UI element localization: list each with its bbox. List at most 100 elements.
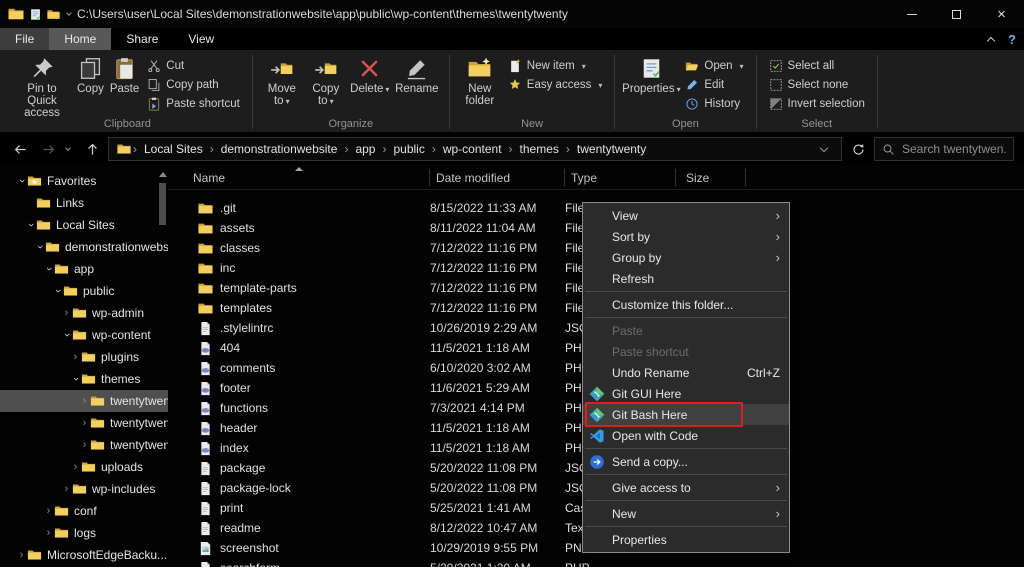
- maximize-button[interactable]: [934, 0, 979, 28]
- chevron-collapsed-icon[interactable]: [43, 527, 54, 539]
- sidebar-item-twentytwen[interactable]: twentytwen...: [0, 412, 168, 434]
- new-item-button[interactable]: New item ▾: [503, 57, 608, 75]
- copy-to-button[interactable]: Copy to▾: [304, 54, 348, 111]
- menu-item-git-bash-here[interactable]: Git Bash Here: [583, 404, 789, 425]
- chevron-expanded-icon[interactable]: [34, 241, 45, 253]
- file-row-searchform[interactable]: searchform5/20/2021 1:20 AMPHP: [168, 558, 1024, 567]
- up-button[interactable]: [80, 137, 104, 161]
- tab-file[interactable]: File: [0, 28, 49, 50]
- new-folder-button[interactable]: New folder: [457, 54, 503, 110]
- column-header-name[interactable]: Name: [168, 169, 430, 186]
- chevron-collapsed-icon[interactable]: [70, 461, 81, 473]
- chevron-collapsed-icon[interactable]: [79, 439, 90, 451]
- chevron-collapsed-icon[interactable]: [61, 483, 72, 495]
- tab-home[interactable]: Home: [49, 28, 111, 50]
- rename-button[interactable]: Rename: [392, 54, 442, 98]
- sidebar-item-wp-includes[interactable]: wp-includes: [0, 478, 168, 500]
- pin-to-quick-access-button[interactable]: Pin to Quick access: [10, 54, 74, 122]
- edit-button[interactable]: Edit: [680, 76, 748, 94]
- sidebar-item-uploads[interactable]: uploads: [0, 456, 168, 478]
- sidebar-item-microsoftedgebacku[interactable]: MicrosoftEdgeBacku...: [0, 544, 168, 566]
- sidebar-item-themes[interactable]: themes: [0, 368, 168, 390]
- chevron-collapsed-icon[interactable]: [79, 417, 90, 429]
- sidebar-item-wp-admin[interactable]: wp-admin: [0, 302, 168, 324]
- sidebar-item-twentytwen[interactable]: twentytwen...: [0, 434, 168, 456]
- chevron-expanded-icon[interactable]: [61, 329, 72, 341]
- copy-button[interactable]: Copy: [74, 54, 107, 98]
- properties-button[interactable]: Properties▾: [622, 54, 680, 99]
- scrollbar-thumb[interactable]: [159, 183, 166, 225]
- delete-button[interactable]: Delete▾: [348, 54, 392, 99]
- minimize-button[interactable]: [889, 0, 934, 28]
- sidebar-item-twentytwen[interactable]: twentytwen...: [0, 390, 168, 412]
- scroll-up-icon[interactable]: [159, 172, 167, 177]
- tab-share[interactable]: Share: [111, 28, 173, 50]
- breadcrumb[interactable]: ›Local Sites›demonstrationwebsite›app›pu…: [108, 137, 842, 161]
- menu-item-new[interactable]: New›: [583, 503, 789, 524]
- menu-item-view[interactable]: View›: [583, 205, 789, 226]
- sidebar-item-links[interactable]: Links: [0, 192, 168, 214]
- close-button[interactable]: ×: [979, 0, 1024, 28]
- menu-item-give-access-to[interactable]: Give access to›: [583, 477, 789, 498]
- breadcrumb-item-public[interactable]: public: [386, 142, 431, 156]
- sidebar-item-conf[interactable]: conf: [0, 500, 168, 522]
- chevron-expanded-icon[interactable]: [52, 285, 63, 297]
- menu-item-customize-this-folder[interactable]: Customize this folder...: [583, 294, 789, 315]
- history-button[interactable]: History: [680, 95, 748, 113]
- quick-access-toolbar-icon[interactable]: [29, 8, 42, 21]
- refresh-button[interactable]: [846, 137, 870, 161]
- breadcrumb-item-wp-content[interactable]: wp-content: [436, 142, 509, 156]
- breadcrumb-item-demonstrationwebsite[interactable]: demonstrationwebsite: [214, 142, 345, 156]
- sidebar-item-favorites[interactable]: Favorites: [0, 170, 168, 192]
- menu-item-group-by[interactable]: Group by›: [583, 247, 789, 268]
- select-none-button[interactable]: Select none: [764, 76, 870, 94]
- open-button[interactable]: Open ▾: [680, 57, 748, 75]
- column-header-size[interactable]: Size: [676, 169, 746, 186]
- sidebar-item-demonstrationwebs[interactable]: demonstrationwebs...: [0, 236, 168, 258]
- chevron-expanded-icon[interactable]: [25, 219, 36, 231]
- easy-access-button[interactable]: Easy access ▾: [503, 76, 608, 94]
- column-header-date-modified[interactable]: Date modified: [430, 169, 565, 186]
- menu-item-refresh[interactable]: Refresh: [583, 268, 789, 289]
- sidebar-item-local-sites[interactable]: Local Sites: [0, 214, 168, 236]
- chevron-collapsed-icon[interactable]: [70, 351, 81, 363]
- chevron-expanded-icon[interactable]: [70, 373, 81, 385]
- breadcrumb-item-app[interactable]: app: [348, 142, 382, 156]
- sidebar-scrollbar[interactable]: [159, 170, 167, 567]
- forward-button[interactable]: [36, 137, 60, 161]
- sidebar-item-public[interactable]: public: [0, 280, 168, 302]
- menu-item-sort-by[interactable]: Sort by›: [583, 226, 789, 247]
- cut-button[interactable]: Cut: [142, 57, 245, 75]
- chevron-collapsed-icon[interactable]: [16, 549, 27, 561]
- invert-selection-button[interactable]: Invert selection: [764, 95, 870, 113]
- chevron-collapsed-icon[interactable]: [61, 307, 72, 319]
- minimize-ribbon-icon[interactable]: [987, 37, 995, 45]
- column-header-type[interactable]: Type: [565, 169, 676, 186]
- sidebar-item-plugins[interactable]: plugins: [0, 346, 168, 368]
- breadcrumb-item-themes[interactable]: themes: [513, 142, 566, 156]
- chevron-expanded-icon[interactable]: [43, 263, 54, 275]
- paste-button[interactable]: Paste: [107, 54, 142, 98]
- breadcrumb-item-local-sites[interactable]: Local Sites: [137, 142, 210, 156]
- breadcrumb-item-twentytwenty[interactable]: twentytwenty: [570, 142, 653, 156]
- menu-item-git-gui-here[interactable]: Git GUI Here: [583, 383, 789, 404]
- move-to-button[interactable]: Move to▾: [260, 54, 304, 111]
- sidebar-item-app[interactable]: app: [0, 258, 168, 280]
- chevron-expanded-icon[interactable]: [16, 175, 27, 187]
- address-dropdown-icon[interactable]: [818, 142, 835, 156]
- copy-path-button[interactable]: Copy path: [142, 76, 245, 94]
- chevron-collapsed-icon[interactable]: [43, 505, 54, 517]
- paste-shortcut-button[interactable]: Paste shortcut: [142, 95, 245, 113]
- help-icon[interactable]: ?: [1008, 32, 1016, 47]
- recent-locations-dropdown-icon[interactable]: [65, 145, 71, 151]
- select-all-button[interactable]: Select all: [764, 57, 870, 75]
- menu-item-open-with-code[interactable]: Open with Code: [583, 425, 789, 446]
- tab-view[interactable]: View: [173, 28, 229, 50]
- sidebar-item-wp-content[interactable]: wp-content: [0, 324, 168, 346]
- quick-access-folder-icon[interactable]: [47, 8, 60, 21]
- menu-item-properties[interactable]: Properties: [583, 529, 789, 550]
- chevron-collapsed-icon[interactable]: [79, 395, 90, 407]
- quick-access-dropdown-icon[interactable]: [66, 10, 72, 16]
- menu-item-send-a-copy[interactable]: Send a copy...: [583, 451, 789, 472]
- back-button[interactable]: [8, 137, 32, 161]
